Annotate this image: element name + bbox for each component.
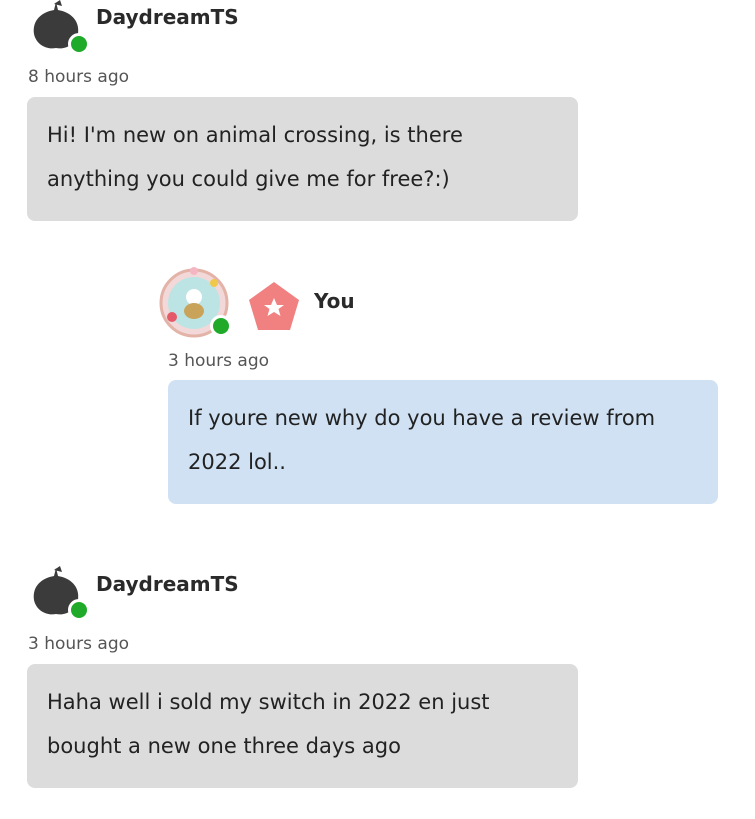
message-author[interactable]: DaydreamTS xyxy=(96,572,239,596)
profile-badge xyxy=(245,278,303,336)
message-time: 3 hours ago xyxy=(28,634,130,654)
online-status-dot xyxy=(210,315,232,337)
user-avatar[interactable] xyxy=(28,566,90,622)
message-bubble: Haha well i sold my switch in 2022 en ju… xyxy=(27,664,578,788)
message-time: 8 hours ago xyxy=(28,67,130,87)
message-bubble: Hi! I'm new on animal crossing, is there… xyxy=(27,97,578,221)
message-author[interactable]: You xyxy=(314,289,355,313)
online-status-dot xyxy=(68,599,90,621)
message-time: 3 hours ago xyxy=(168,351,270,371)
message-bubble: If youre new why do you have a review fr… xyxy=(168,380,718,504)
message-author[interactable]: DaydreamTS xyxy=(96,5,239,29)
red-pentagon-star-badge-icon xyxy=(249,282,299,330)
self-avatar[interactable] xyxy=(158,267,232,339)
online-status-dot xyxy=(68,33,90,55)
user-avatar[interactable] xyxy=(28,0,90,56)
